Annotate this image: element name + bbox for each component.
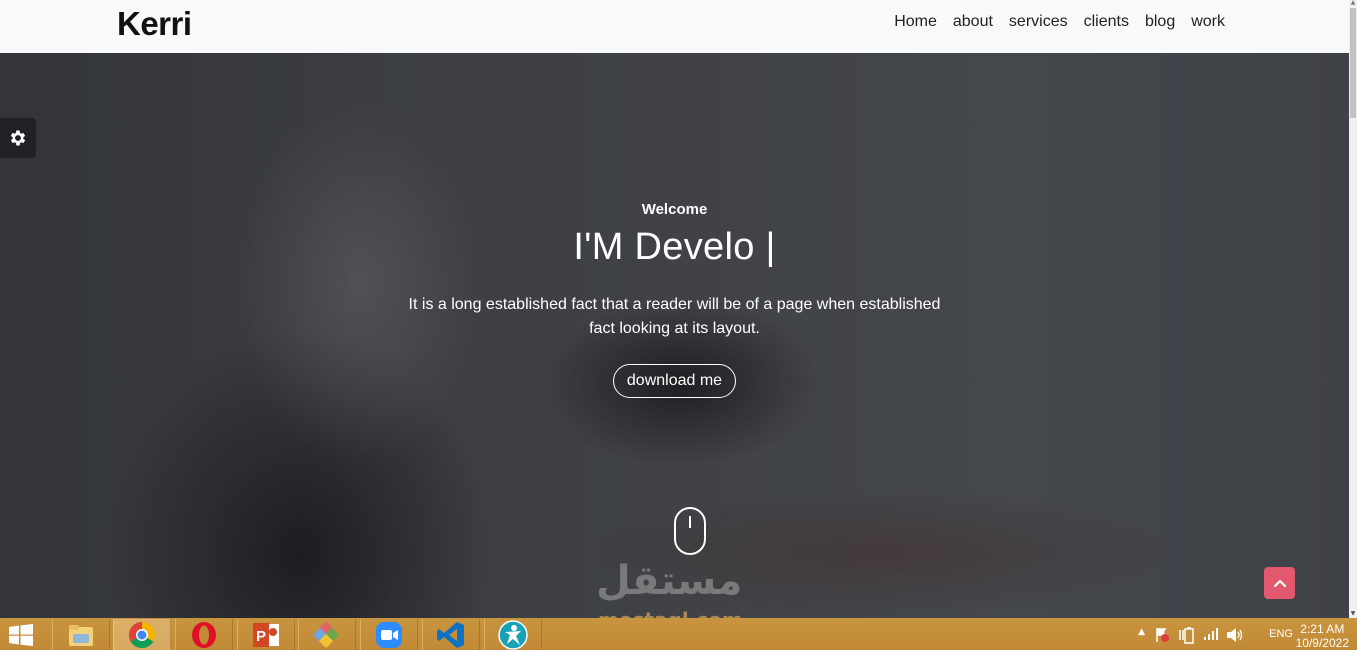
volume-icon[interactable] <box>1226 627 1244 643</box>
windows-logo-icon <box>9 624 33 646</box>
powerpoint-icon: P <box>253 622 279 647</box>
taskbar-accessibility-app[interactable] <box>484 619 542 650</box>
scroll-down-arrow-icon[interactable]: ▼ <box>1350 610 1356 618</box>
taskbar-chrome[interactable] <box>113 619 171 650</box>
watermark: مستقل mostaql.com <box>596 558 743 618</box>
vs-code-icon <box>437 621 464 648</box>
accessibility-app-icon <box>498 619 528 650</box>
navbar: Kerri Home about services clients blog w… <box>0 0 1349 53</box>
clock-date: 10/9/2022 <box>1295 636 1349 650</box>
nav-menu: Home about services clients blog work <box>894 13 1225 31</box>
taskbar-vs-code[interactable] <box>422 619 480 650</box>
hero-content: Welcome I'M Develo | It is a long establ… <box>0 201 1349 398</box>
start-button[interactable] <box>8 624 38 646</box>
windows-taskbar: P ▲ ENG 2:21 AM 10/9/2022 <box>0 618 1357 650</box>
show-hidden-icons-icon[interactable]: ▲ <box>1138 627 1145 637</box>
action-center-flag-icon[interactable] <box>1154 627 1170 643</box>
mouse-icon[interactable] <box>674 507 706 555</box>
brand-logo[interactable]: Kerri <box>117 5 192 43</box>
clock-time: 2:21 AM <box>1300 622 1345 636</box>
clock[interactable]: 2:21 AM 10/9/2022 <box>1296 622 1349 650</box>
taskbar-opera[interactable] <box>175 619 233 650</box>
watermark-latin: mostaql.com <box>598 608 743 618</box>
zoom-icon <box>376 621 402 648</box>
folder-icon <box>69 624 93 646</box>
nav-link-services[interactable]: services <box>1009 13 1068 31</box>
taskbar-zoom[interactable] <box>360 619 418 650</box>
taskbar-paint-app[interactable] <box>298 619 356 650</box>
language-indicator[interactable]: ENG <box>1269 628 1293 640</box>
nav-link-home[interactable]: Home <box>894 13 937 31</box>
chevron-up-icon <box>1273 579 1286 588</box>
back-to-top-button[interactable] <box>1264 567 1295 599</box>
nav-link-blog[interactable]: blog <box>1145 13 1175 31</box>
scrollbar-thumb[interactable] <box>1350 8 1356 118</box>
gear-icon <box>10 130 26 146</box>
paint-app-icon <box>312 620 340 648</box>
watermark-arabic: مستقل <box>596 558 743 604</box>
svg-text:P: P <box>256 628 266 645</box>
vertical-scrollbar[interactable]: ▲ ▼ <box>1349 0 1357 618</box>
network-signal-icon[interactable] <box>1203 627 1219 641</box>
nav-link-work[interactable]: work <box>1191 13 1225 31</box>
nav-link-clients[interactable]: clients <box>1084 13 1129 31</box>
hero-description: It is a long established fact that a rea… <box>408 296 941 337</box>
hero-welcome: Welcome <box>641 201 708 218</box>
taskbar-powerpoint[interactable]: P <box>237 619 295 650</box>
opera-icon <box>192 621 216 648</box>
settings-toggle-button[interactable] <box>0 118 36 158</box>
taskbar-file-explorer[interactable] <box>52 619 110 650</box>
scroll-up-arrow-icon[interactable]: ▲ <box>1350 0 1356 6</box>
hero-headline: I'M Develo | <box>573 226 776 268</box>
browser-viewport: Kerri Home about services clients blog w… <box>0 0 1357 618</box>
download-button[interactable]: download me <box>612 364 737 398</box>
hero-section: Welcome I'M Develo | It is a long establ… <box>0 53 1349 618</box>
chrome-icon <box>128 621 156 648</box>
battery-icon[interactable] <box>1179 626 1195 644</box>
nav-link-about[interactable]: about <box>953 13 993 31</box>
